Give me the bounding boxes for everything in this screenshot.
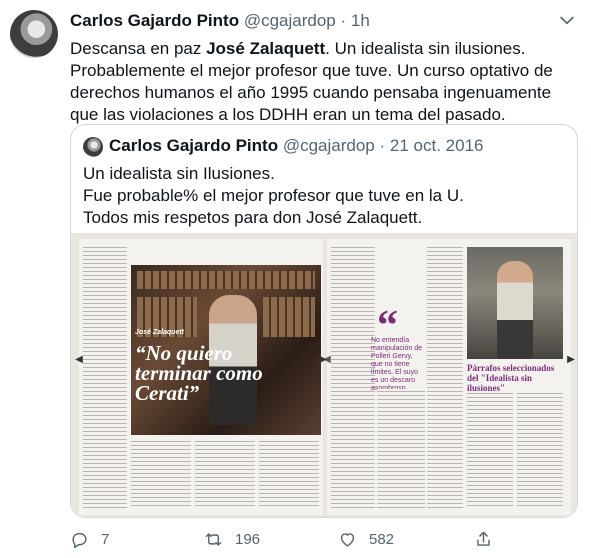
quoted-header-separator: · [379, 136, 386, 155]
quoted-tweet-text: Un idealista sin Ilusiones. Fue probable… [83, 163, 567, 229]
tweet-time[interactable]: 1h [351, 11, 370, 30]
magazine-pull-quote: No entendía manipulación de Polleri Gerv… [371, 337, 422, 392]
quoted-line: Fue probable% el mejor profesor que tuve… [83, 186, 464, 205]
quoted-line: Todos mis respetos para don José Zalaque… [83, 208, 423, 227]
quoted-line: Un idealista sin Ilusiones. [83, 164, 275, 183]
retweet-count: 196 [235, 530, 261, 548]
quoted-tweet-time: 21 oct. 2016 [389, 136, 484, 155]
tweet-actions: 7 196 582 [70, 528, 575, 550]
tweet-header: Carlos Gajardo Pinto @cgajardop · 1h [70, 10, 370, 32]
magazine-headline: “No quiero terminar como Cerati” [135, 341, 263, 405]
reply-button[interactable]: 7 [70, 528, 109, 550]
author-handle[interactable]: @cgajardop [244, 11, 336, 30]
author-name[interactable]: Carlos Gajardo Pinto [70, 11, 239, 30]
reply-count: 7 [101, 530, 110, 548]
tweet-text-bold-name: José Zalaquett [206, 39, 326, 58]
retweet-button[interactable]: 196 [204, 528, 260, 550]
chevron-down-icon[interactable] [557, 10, 577, 30]
author-avatar[interactable] [10, 10, 58, 58]
quoted-media-image[interactable]: José Zalaquett “No quiero terminar como … [71, 233, 577, 517]
magazine-page-right: “ No entendía manipulación de Polleri Ge… [327, 239, 571, 515]
chevron-left-icon[interactable]: ◀ [73, 353, 85, 367]
magazine-subhead: Párrafos seleccionados del "Idealista si… [467, 363, 555, 393]
reply-icon [72, 532, 87, 548]
tweet-text-start: Descansa en paz [70, 39, 207, 58]
quoted-author-name: Carlos Gajardo Pinto [109, 136, 279, 155]
like-count: 582 [369, 530, 395, 548]
like-button[interactable]: 582 [338, 528, 394, 550]
like-icon [340, 532, 355, 547]
quoted-author-avatar [83, 137, 103, 157]
chevron-right-icon[interactable]: ▶ [565, 353, 577, 367]
share-icon [477, 531, 490, 546]
header-separator: · [340, 11, 347, 30]
magazine-page-left: José Zalaquett “No quiero terminar como … [79, 239, 323, 515]
magazine-photo-right [467, 247, 563, 359]
quoted-tweet-header: Carlos Gajardo Pinto @cgajardop · 21 oct… [109, 135, 483, 157]
share-button[interactable] [474, 528, 505, 550]
retweet-icon [205, 532, 222, 546]
tweet-text: Descansa en paz José Zalaquett. Un ideal… [70, 38, 575, 126]
chevron-left-icon[interactable]: ◀ [321, 353, 333, 367]
quoted-author-handle: @cgajardop [282, 136, 375, 155]
quoted-tweet[interactable]: Carlos Gajardo Pinto @cgajardop · 21 oct… [70, 124, 578, 518]
magazine-kicker: José Zalaquett [135, 329, 185, 336]
